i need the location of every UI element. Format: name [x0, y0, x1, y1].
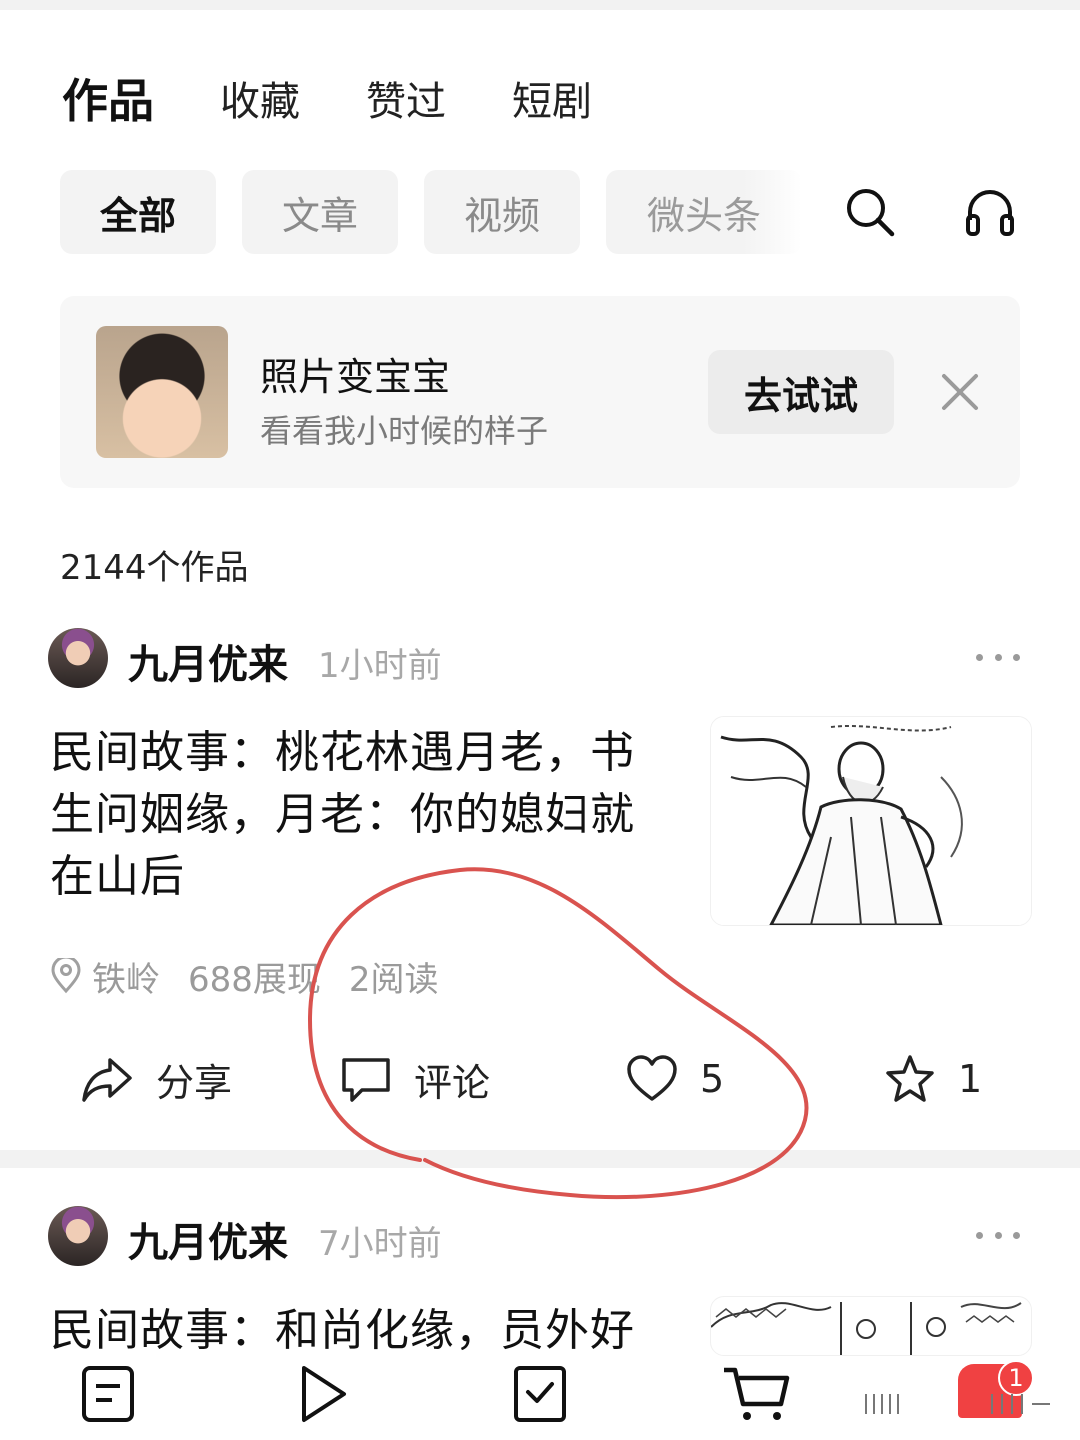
- star-icon: [886, 1055, 934, 1102]
- baby-photo-thumbnail: [96, 326, 228, 458]
- more-options-icon[interactable]: [976, 647, 1020, 667]
- like-button[interactable]: 5: [626, 1046, 724, 1112]
- more-options-icon[interactable]: [976, 1225, 1020, 1245]
- heart-icon: [627, 1055, 677, 1101]
- promo-banner[interactable]: 照片变宝宝 看看我小时候的样子 去试试: [60, 296, 1020, 488]
- share-icon: [82, 1058, 132, 1102]
- favorite-count: 1: [958, 1057, 983, 1101]
- favorite-button[interactable]: 1: [884, 1046, 982, 1112]
- task-check-icon[interactable]: [500, 1364, 580, 1440]
- post-title-line: 生问姻缘，月老：你的媳妇就: [50, 789, 635, 840]
- tab-favorites[interactable]: 收藏: [220, 69, 300, 127]
- like-count: 5: [700, 1057, 725, 1101]
- tab-works[interactable]: 作品: [62, 65, 154, 131]
- filter-chips: 全部 文章 视频 微头条: [60, 170, 828, 254]
- banner-title: 照片变宝宝: [260, 355, 451, 399]
- post-time: 1小时前: [318, 646, 442, 686]
- tab-short-drama[interactable]: 短剧: [512, 69, 592, 127]
- home-doc-icon[interactable]: [68, 1364, 148, 1440]
- post-title-line: 在山后: [50, 851, 185, 902]
- location-pin-icon: [51, 958, 81, 994]
- post-title[interactable]: 民间故事：桃花林遇月老，书 生问姻缘，月老：你的媳妇就 在山后: [50, 722, 690, 908]
- post-time: 7小时前: [318, 1224, 442, 1264]
- watermark: [862, 1392, 1052, 1416]
- post-reads: 2阅读: [348, 959, 439, 1000]
- post-title-line: 民间故事：桃花林遇月老，书: [50, 727, 635, 778]
- temple-sketch-image: [711, 1302, 1022, 1355]
- post-divider: [0, 1150, 1080, 1168]
- comment-icon: [342, 1058, 390, 1102]
- avatar[interactable]: [48, 1206, 108, 1266]
- close-icon[interactable]: [938, 370, 982, 414]
- status-strip: [0, 0, 1080, 10]
- post-location: 铁岭: [92, 959, 160, 1000]
- share-label: 分享: [156, 1060, 233, 1105]
- headphones-icon[interactable]: [958, 180, 1022, 244]
- video-play-icon[interactable]: [282, 1364, 362, 1440]
- cart-icon[interactable]: [716, 1364, 796, 1440]
- chip-articles[interactable]: 文章: [242, 170, 398, 254]
- post-thumbnail[interactable]: [710, 716, 1032, 926]
- post-impressions: 688展现: [188, 959, 321, 1000]
- banner-subtitle: 看看我小时候的样子: [260, 412, 549, 450]
- try-it-button[interactable]: 去试试: [708, 350, 894, 434]
- tab-liked[interactable]: 赞过: [366, 69, 446, 127]
- post-title[interactable]: 民间故事：和尚化缘，员外好: [50, 1300, 690, 1362]
- comment-button[interactable]: 评论: [340, 1046, 490, 1112]
- chip-all[interactable]: 全部: [60, 170, 216, 254]
- author-name[interactable]: 九月优来: [128, 1210, 288, 1268]
- old-man-sketch-image: [711, 717, 1031, 925]
- comment-label: 评论: [414, 1060, 491, 1105]
- main-tabs: 作品 收藏 赞过 短剧: [62, 66, 658, 130]
- chip-videos[interactable]: 视频: [424, 170, 580, 254]
- share-button[interactable]: 分享: [80, 1046, 232, 1112]
- post-meta: 铁岭 688展现 2阅读: [50, 952, 467, 1000]
- avatar[interactable]: [48, 628, 108, 688]
- search-icon[interactable]: [838, 180, 902, 244]
- author-name[interactable]: 九月优来: [128, 632, 288, 690]
- post-title-line: 民间故事：和尚化缘，员外好: [50, 1305, 635, 1356]
- post-thumbnail[interactable]: [710, 1296, 1032, 1356]
- works-count: 2144个作品: [60, 548, 249, 588]
- chip-micro-posts[interactable]: 微头条: [606, 170, 802, 254]
- notification-badge: 1: [998, 1360, 1034, 1396]
